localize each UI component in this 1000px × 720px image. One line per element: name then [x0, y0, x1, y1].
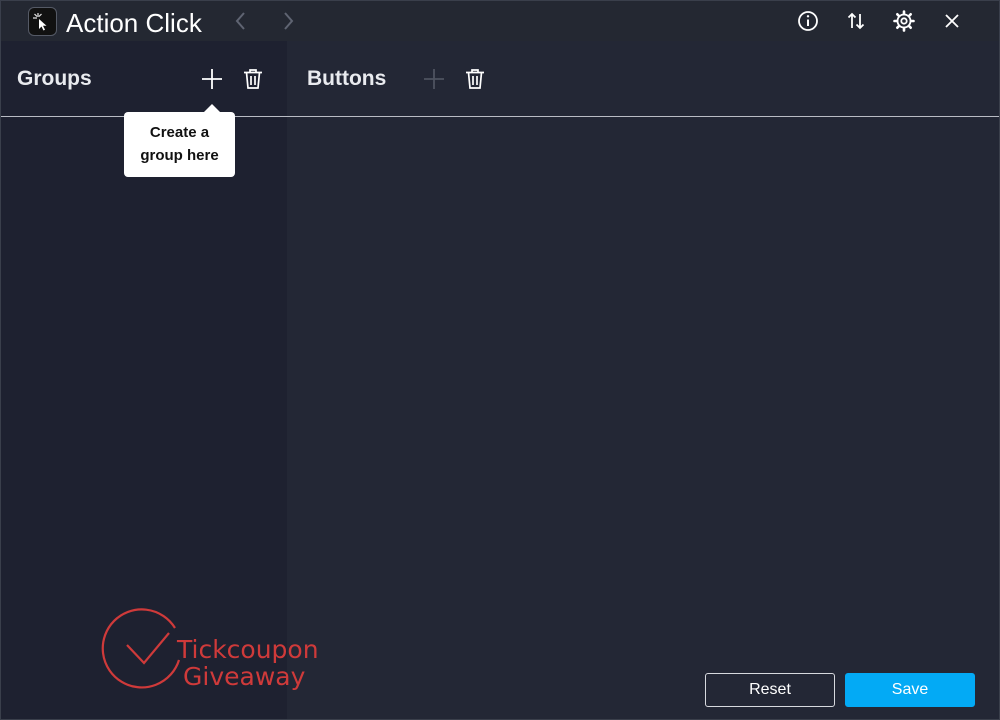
info-icon[interactable]	[796, 9, 820, 33]
watermark-line-1: Tickcoupon	[177, 635, 319, 664]
watermark-line-2: Giveaway	[183, 662, 306, 691]
cursor-click-icon	[28, 7, 57, 36]
tooltip-line-1: Create a	[149, 124, 210, 141]
close-icon[interactable]	[940, 9, 964, 33]
gear-icon[interactable]	[892, 9, 916, 33]
app-window: Action Click Groups Buttons Create a gro…	[0, 0, 1000, 720]
buttons-title: Buttons	[307, 67, 387, 90]
title-bar: Action Click	[1, 1, 999, 41]
add-button-button[interactable]	[421, 66, 447, 92]
watermark: Tickcoupon Giveaway	[97, 608, 327, 693]
delete-button-button[interactable]	[462, 66, 488, 92]
save-button[interactable]: Save	[845, 673, 975, 707]
buttons-pane	[287, 41, 999, 719]
add-group-button[interactable]	[199, 66, 225, 92]
groups-title: Groups	[17, 67, 92, 90]
create-group-tooltip: Create a group here	[124, 104, 235, 177]
chevron-left-icon[interactable]	[229, 9, 253, 33]
checkmark-circle-icon	[101, 608, 181, 689]
delete-group-button[interactable]	[240, 66, 266, 92]
tooltip-line-2: group here	[140, 147, 219, 164]
app-title: Action Click	[66, 8, 202, 38]
chevron-right-icon[interactable]	[276, 9, 300, 33]
sort-arrows-icon[interactable]	[844, 9, 868, 33]
reset-button[interactable]: Reset	[705, 673, 835, 707]
